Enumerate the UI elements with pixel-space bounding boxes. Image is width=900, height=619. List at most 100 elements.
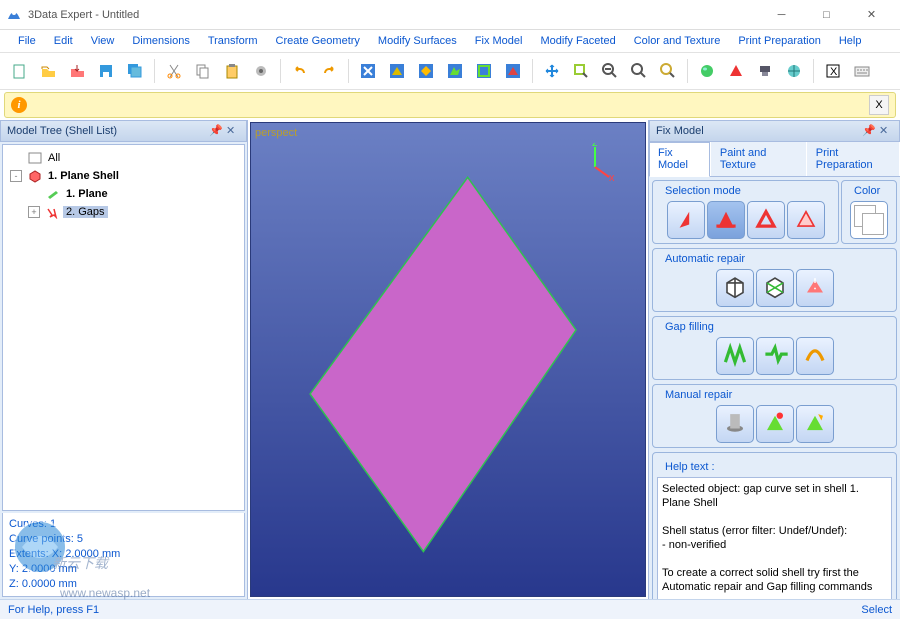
toolbar-mode-x-button[interactable] [355,58,381,84]
tree-expand-icon[interactable]: + [28,206,40,218]
toolbar-zoom-reset-button[interactable] [655,58,681,84]
toolbar-triangle-button[interactable] [723,58,749,84]
toolbar-zoom-win-button[interactable] [568,58,594,84]
gap-filling-group: Gap filling [652,316,897,380]
group-title: Selection mode [661,185,745,197]
info-icon: i [11,97,27,113]
pin-icon[interactable]: 📌 [209,124,223,138]
toolbar-paste-button[interactable] [219,58,245,84]
menu-view[interactable]: View [83,33,123,49]
toolbar-cross-button[interactable] [539,58,565,84]
panel-close-icon[interactable]: ✕ [226,124,240,138]
fix-model-header: Fix Model 📌 ✕ [649,120,900,142]
menu-file[interactable]: File [10,33,44,49]
toolbar-saveall-button[interactable] [122,58,148,84]
toolbar-mode-d-button[interactable] [471,58,497,84]
gap-c-button[interactable] [796,337,834,375]
toolbar-mode-e-button[interactable] [500,58,526,84]
tree-expand-icon[interactable]: - [10,170,22,182]
auto-a-button[interactable] [716,269,754,307]
main-area: Model Tree (Shell List) 📌 ✕ All - 1. Plane… [0,120,900,599]
toolbar-gear-button[interactable] [248,58,274,84]
tree-label[interactable]: 1. Plane [63,188,111,200]
toolbar-copy-button[interactable] [190,58,216,84]
model-tree-header: Model Tree (Shell List) 📌 ✕ [0,120,247,142]
tree-row[interactable]: - 1. Plane Shell [7,167,240,185]
toolbar-mode-a-button[interactable] [384,58,410,84]
toolbar-zoom-out-button[interactable] [597,58,623,84]
window-title: 3Data Expert - Untitled [28,9,759,21]
tree-shell-icon [28,169,42,183]
gap-b-button[interactable] [756,337,794,375]
gap-a-button[interactable] [716,337,754,375]
tree-row[interactable]: All [7,149,240,167]
toolbar-undo-button[interactable] [287,58,313,84]
menubar: FileEditViewDimensionsTransformCreate Ge… [0,30,900,52]
status-right: Select [861,604,892,616]
tree-footer-line: Curves: 1 [9,517,238,532]
tree-row[interactable]: 1. Plane [7,185,240,203]
sel-d-button[interactable] [787,201,825,239]
model-tree-panel: Model Tree (Shell List) 📌 ✕ All - 1. Plane… [0,120,248,599]
sel-b-button[interactable] [707,201,745,239]
group-title: Automatic repair [661,253,749,265]
toolbar-mode-b-button[interactable] [413,58,439,84]
man-b-button[interactable] [756,405,794,443]
tree-gaps-icon [46,205,60,219]
tree-footer: Curves: 1Curve points: 5Extents: X: 2.00… [2,513,245,597]
auto-b-button[interactable] [756,269,794,307]
menu-color-and-texture[interactable]: Color and Texture [626,33,729,49]
toolbar: X [0,52,900,90]
maximize-button[interactable]: □ [804,0,849,30]
menu-fix-model[interactable]: Fix Model [467,33,531,49]
fix-model-panel: Fix Model 📌 ✕ Fix ModelPaint and Texture… [648,120,900,599]
color-picker-button[interactable] [850,201,888,239]
close-button[interactable]: ✕ [849,0,894,30]
toolbar-x-box-button[interactable]: X [820,58,846,84]
toolbar-mode-c-button[interactable] [442,58,468,84]
menu-edit[interactable]: Edit [46,33,81,49]
toolbar-cut-button[interactable] [161,58,187,84]
toolbar-open-button[interactable] [35,58,61,84]
tab-print-preparation[interactable]: Print Preparation [807,142,899,176]
info-close-button[interactable]: X [869,95,889,115]
sel-c-button[interactable] [747,201,785,239]
viewport-3d[interactable]: perspect z x [250,122,646,597]
info-bar: i X [4,92,896,118]
menu-modify-surfaces[interactable]: Modify Surfaces [370,33,465,49]
menu-create-geometry[interactable]: Create Geometry [268,33,368,49]
tab-fix-model[interactable]: Fix Model [649,142,710,177]
toolbar-globe-button[interactable] [781,58,807,84]
color-group: Color [841,180,897,244]
menu-modify-faceted[interactable]: Modify Faceted [532,33,623,49]
toolbar-redo-button[interactable] [316,58,342,84]
tree-label[interactable]: 1. Plane Shell [45,170,122,182]
man-a-button[interactable] [716,405,754,443]
sel-a-button[interactable] [667,201,705,239]
menu-dimensions[interactable]: Dimensions [124,33,197,49]
minimize-button[interactable]: ─ [759,0,804,30]
menu-transform[interactable]: Transform [200,33,266,49]
pin-icon[interactable]: 📌 [862,124,876,138]
tree-row[interactable]: +2. Gaps [7,203,240,221]
man-c-button[interactable] [796,405,834,443]
toolbar-load-button[interactable] [64,58,90,84]
toolbar-sphere-button[interactable] [694,58,720,84]
menu-help[interactable]: Help [831,33,870,49]
menu-print-preparation[interactable]: Print Preparation [730,33,829,49]
tree-label[interactable]: All [45,152,63,164]
fix-body: Selection mode Color Automatic repair [649,177,900,599]
tree-label[interactable]: 2. Gaps [63,206,108,218]
panel-close-icon[interactable]: ✕ [879,124,893,138]
auto-c-button[interactable] [796,269,834,307]
toolbar-kbd-button[interactable] [849,58,875,84]
toolbar-new-button[interactable] [6,58,32,84]
toolbar-zoom-button[interactable] [626,58,652,84]
toolbar-save-button[interactable] [93,58,119,84]
help-text-box[interactable]: Selected object: gap curve set in shell … [657,477,892,599]
tree-body[interactable]: All - 1. Plane Shell 1. Plane +2. Gaps [2,144,245,511]
tree-footer-line: Extents: X: 2.0000 mm [9,547,238,562]
tab-paint-and-texture[interactable]: Paint and Texture [711,142,806,176]
fix-tabs: Fix ModelPaint and TexturePrint Preparat… [649,142,900,177]
toolbar-print-head-button[interactable] [752,58,778,84]
